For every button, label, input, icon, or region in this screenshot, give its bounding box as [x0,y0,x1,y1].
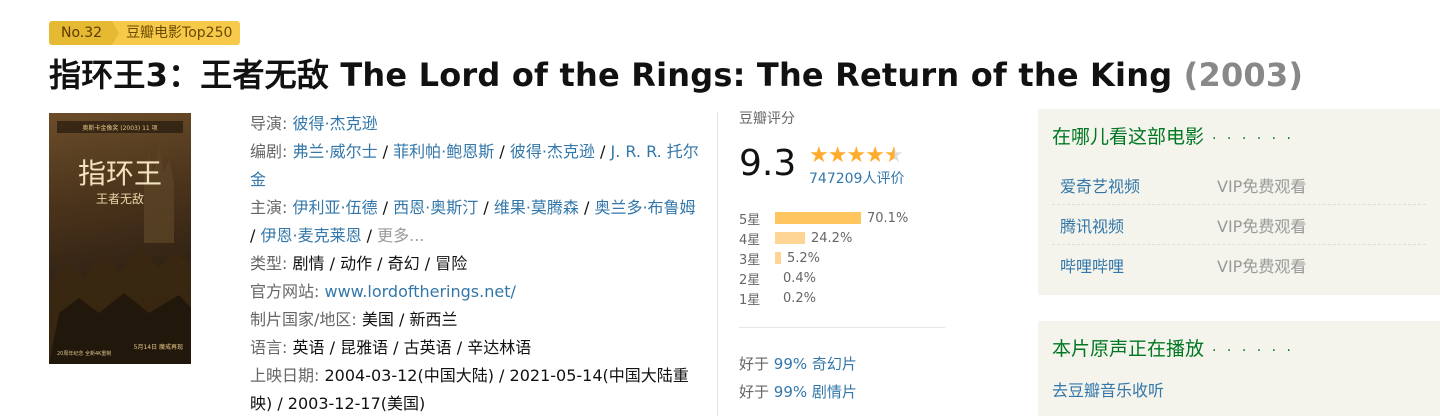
rating-bar-row: 2星 0.4% [739,268,908,288]
rating-bar-star: 4星 [739,232,761,248]
watch-price: VIP免费观看 [1217,176,1307,196]
more-cast-link[interactable]: 更多... [377,226,424,245]
watch-price: VIP免费观看 [1217,257,1307,276]
douban-music-link[interactable]: 去豆瓣音乐收听 [1038,363,1440,401]
vote-count-link[interactable]: 747209人评价 [809,168,904,188]
half-star-icon: ★ [883,143,904,168]
director-row: 导演: 彼得·杰克逊 [250,114,378,133]
cast-row: 主演: 伊利亚·伍德 / 西恩·奥斯汀 / 维果·莫腾森 / 奥兰多·布鲁姆 /… [250,198,696,245]
rating-bar-star: 5星 [739,212,761,228]
page-title: 指环王3：王者无敌 The Lord of the Rings: The Ret… [49,50,1303,96]
watch-source-link[interactable]: 爱奇艺视频 [1052,173,1217,197]
country-value: 美国 / 新西兰 [361,310,458,329]
country-row: 制片国家/地区: 美国 / 新西兰 [250,310,458,329]
rating-bar-star: 1星 [739,292,761,308]
watch-price: VIP免费观看 [1217,216,1307,236]
poster-title: 指环王 [78,157,162,190]
language-value: 英语 / 昆雅语 / 古英语 / 辛达林语 [292,338,532,357]
writer-link[interactable]: 彼得·杰克逊 [510,142,595,161]
movie-title: 指环王3：王者无敌 The Lord of the Rings: The Ret… [49,56,1173,94]
watch-source-link[interactable]: 哔哩哔哩 [1052,253,1217,277]
svg-text:20周年纪念 全新4K重制: 20周年纪念 全新4K重制 [57,350,111,357]
cast-link[interactable]: 奥兰多·布鲁姆 [594,198,695,217]
better-than-row: 好于 99% 剧情片 [739,383,857,401]
rating-stars: ★★★★★ [809,143,904,168]
cast-link[interactable]: 伊利亚·伍德 [293,198,378,217]
better-than-link[interactable]: 99% 剧情片 [774,383,857,401]
rating-bar [775,252,781,264]
better-than-section: 好于 99% 奇幻片 好于 99% 剧情片 [739,350,857,406]
rating-bar-row: 5星 70.1% [739,208,908,228]
star-icon: ★ [827,143,848,168]
better-than-link[interactable]: 99% 奇幻片 [774,355,857,373]
where-to-watch-panel: 在哪儿看这部电影 · · · · · · 爱奇艺视频 VIP免费观看 腾讯视频 VIP… [1038,109,1440,295]
svg-text:奥斯卡金像奖 (2003) 11 项: 奥斯卡金像奖 (2003) 11 项 [82,124,157,132]
rating-bar-percent: 24.2% [811,230,853,246]
genre-value: 剧情 / 动作 / 奇幻 / 冒险 [292,254,468,273]
writer-row: 编剧: 弗兰·威尔士 / 菲利帕·鲍恩斯 / 彼得·杰克逊 / J. R. R.… [250,142,699,189]
horizontal-divider [739,327,945,328]
cast-link[interactable]: 伊恩·麦克莱恩 [260,226,361,245]
star-icon: ★ [846,143,866,168]
cast-link[interactable]: 西恩·奥斯汀 [393,198,478,217]
star-icon: ★ [809,143,829,168]
watch-source-link[interactable]: 腾讯视频 [1052,213,1217,237]
rating-label: 豆瓣评分 [739,111,795,127]
heading-dots: · · · · · · [1212,343,1294,359]
rating-bar-star: 2星 [739,272,761,288]
writer-link[interactable]: 菲利帕·鲍恩斯 [393,142,494,161]
star-icon: ★ [865,143,885,168]
rating-bar-row: 1星 0.2% [739,288,908,308]
movie-poster[interactable]: 奥斯卡金像奖 (2003) 11 项 指环王 王者无敌 20周年纪念 全新4K重… [49,113,191,364]
watch-source-item[interactable]: 爱奇艺视频 VIP免费观看 [1052,165,1426,205]
rating-bar [775,232,805,244]
rating-bar [775,212,861,224]
rating-bar-row: 4星 24.2% [739,228,908,248]
poster-artwork: 奥斯卡金像奖 (2003) 11 项 指环王 王者无敌 20周年纪念 全新4K重… [49,121,191,364]
soundtrack-heading: 本片原声正在播放 · · · · · · [1052,338,1294,360]
director-link[interactable]: 彼得·杰克逊 [293,114,378,133]
rating-bar-percent: 0.2% [783,290,817,306]
language-row: 语言: 英语 / 昆雅语 / 古英语 / 辛达林语 [250,338,532,357]
rating-bar-percent: 5.2% [787,250,821,266]
vertical-divider [717,112,718,416]
where-to-watch-heading: 在哪儿看这部电影 · · · · · · [1052,126,1294,148]
better-than-row: 好于 99% 奇幻片 [739,355,857,373]
poster-subtitle: 王者无敌 [96,191,144,206]
rating-distribution: 5星 70.1% 4星 24.2% 3星 5.2% 2星 0.4% 1星 0.2% [739,208,908,308]
official-site-link[interactable]: www.lordoftherings.net/ [325,282,516,301]
genre-row: 类型: 剧情 / 动作 / 奇幻 / 冒险 [250,254,468,273]
soundtrack-panel: 本片原声正在播放 · · · · · · 去豆瓣音乐收听 [1038,321,1440,416]
top250-badge[interactable]: No.32 豆瓣电影Top250 [49,21,241,45]
heading-dots: · · · · · · [1212,131,1294,147]
rating-bar-percent: 70.1% [867,210,909,226]
rating-score: 9.3 [739,143,797,184]
watch-source-item[interactable]: 腾讯视频 VIP免费观看 [1052,205,1426,245]
site-row: 官方网站: www.lordoftherings.net/ [250,282,516,301]
top250-label: 豆瓣电影Top250 [112,21,241,45]
cast-link[interactable]: 维果·莫腾森 [494,198,579,217]
rank-number: No.32 [49,21,120,45]
rating-bar-row: 3星 5.2% [739,248,908,268]
rating-section: 豆瓣评分 9.3 ★★★★★ 747209人评价 5星 70.1% 4星 24.2% 3… [739,110,947,308]
movie-info: 导演: 彼得·杰克逊 编剧: 弗兰·威尔士 / 菲利帕·鲍恩斯 / 彼得·杰克逊… [250,110,700,416]
watch-source-item[interactable]: 哔哩哔哩 VIP免费观看 [1052,245,1426,285]
release-row: 上映日期: 2004-03-12(中国大陆) / 2021-05-14(中国大陆… [250,366,689,413]
rating-bar-percent: 0.4% [783,270,817,286]
writer-link[interactable]: 弗兰·威尔士 [293,142,378,161]
svg-text:5月14日 魔戒再现: 5月14日 魔戒再现 [134,343,183,351]
rating-bar-star: 3星 [739,252,761,268]
movie-year: (2003) [1183,56,1304,94]
